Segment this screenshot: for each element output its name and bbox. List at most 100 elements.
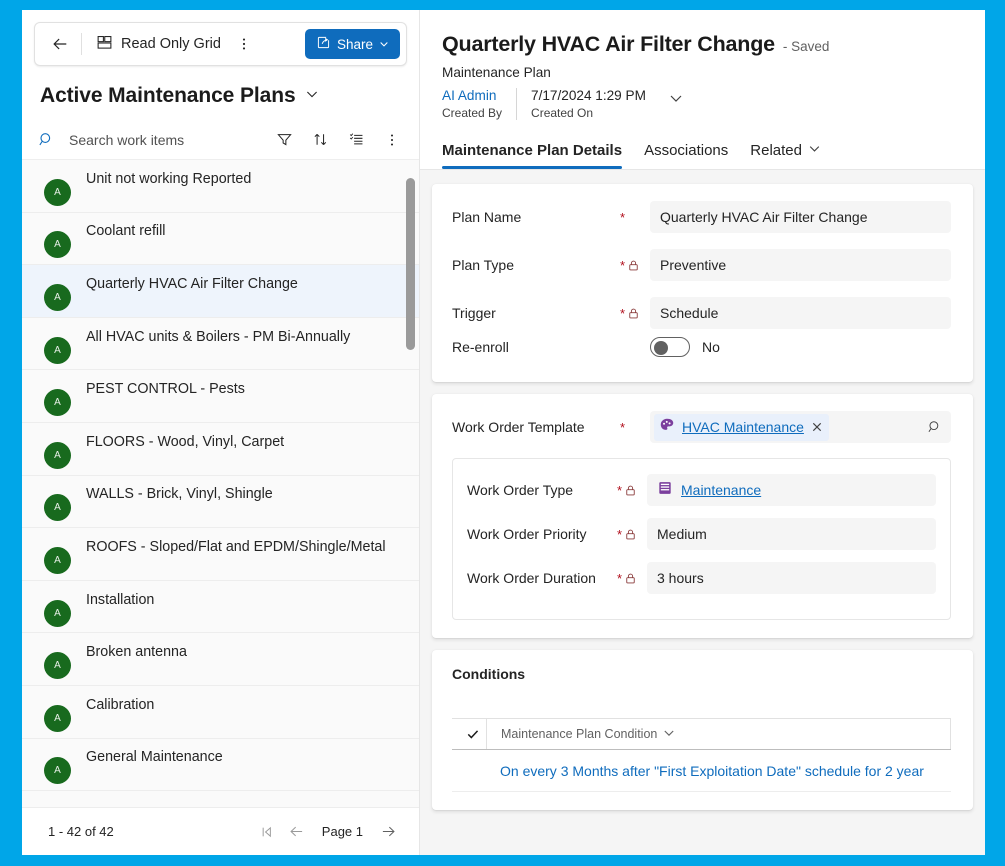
list-item[interactable]: A General Maintenance (22, 738, 419, 792)
list-item[interactable]: A Broken antenna (22, 633, 419, 686)
list-item-label: WALLS - Brick, Vinyl, Shingle (86, 486, 273, 503)
save-status-label: - Saved (782, 39, 830, 54)
created-by-field: AI Admin Created By (442, 88, 516, 120)
back-button[interactable] (45, 29, 75, 59)
field-label: Work Order Template (452, 419, 585, 435)
palette-icon (659, 417, 675, 438)
tab-label: Associations (644, 142, 729, 159)
record-metadata: AI Admin Created By 7/17/2024 1:29 PM Cr… (442, 88, 959, 120)
next-page-button[interactable] (373, 817, 403, 847)
list-item[interactable]: A FLOORS - Wood, Vinyl, Carpet (22, 422, 419, 476)
header-expand-chevron-icon[interactable] (660, 88, 692, 108)
field-value: Schedule (650, 297, 951, 329)
records-list[interactable]: A Unit not working Reported A Coolant refil… (22, 160, 419, 807)
field-markers: * (620, 259, 650, 272)
search-more-icon[interactable] (377, 125, 407, 155)
record-header: Quarterly HVAC Air Filter Change - Saved… (420, 10, 985, 120)
field-plan-type: Plan Type * Preventive (452, 248, 951, 282)
list-item[interactable]: A All HVAC units & Boilers - PM Bi-Annual… (22, 317, 419, 371)
page-number-label: Page 1 (321, 824, 363, 839)
field-markers: * (620, 421, 650, 434)
tab-label: Related (750, 142, 802, 159)
field-markers: * (617, 528, 647, 541)
required-indicator: * (620, 419, 626, 435)
edit-columns-icon[interactable] (341, 125, 371, 155)
lookup-search-icon[interactable] (927, 419, 943, 435)
created-by-value[interactable]: AI Admin (442, 88, 502, 103)
checkmark-icon[interactable] (460, 727, 486, 741)
field-value-link[interactable]: Maintenance (681, 482, 761, 498)
tab-associations[interactable]: Associations (644, 142, 728, 169)
field-markers: * (617, 572, 647, 585)
field-label: Re-enroll (452, 339, 509, 355)
search-input[interactable] (61, 131, 263, 148)
sort-icon[interactable] (305, 125, 335, 155)
field-markers: * (620, 307, 650, 320)
list-scrollbar[interactable] (406, 160, 415, 807)
close-icon[interactable] (811, 421, 823, 433)
page-title: Active Maintenance Plans (40, 84, 296, 107)
tab-label: Maintenance Plan Details (442, 142, 623, 159)
avatar: A (44, 652, 71, 680)
form-entity-icon (657, 480, 673, 501)
share-button[interactable]: Share (304, 29, 400, 59)
created-by-label: Created By (442, 106, 503, 120)
avatar: A (44, 336, 71, 364)
re-enroll-toggle[interactable] (650, 337, 690, 357)
conditions-column-label: Maintenance Plan Condition (501, 727, 658, 741)
required-indicator: * (617, 526, 623, 542)
created-on-value: 7/17/2024 1:29 PM (531, 88, 646, 103)
re-enroll-toggle-wrap: No (650, 337, 951, 357)
list-item[interactable]: A Quarterly HVAC Air Filter Change (22, 265, 419, 318)
entity-name-label: Maintenance Plan (442, 65, 551, 80)
field-label: Plan Type (452, 257, 515, 273)
required-indicator: * (620, 305, 626, 321)
list-scrollbar-thumb[interactable] (406, 178, 415, 350)
field-value: Preventive (650, 249, 951, 281)
table-row[interactable]: On every 3 Months after "First Exploitat… (452, 750, 951, 792)
field-label: Plan Name (452, 209, 522, 225)
avatar: A (44, 546, 71, 574)
lock-icon (624, 528, 637, 541)
created-on-label: Created On (531, 106, 594, 120)
search-icon (38, 131, 55, 148)
list-item[interactable]: A PEST CONTROL - Pests (22, 370, 419, 423)
records-list-panel: Read Only Grid Share Active Maintenance … (22, 10, 420, 855)
list-item-label: All HVAC units & Boilers - PM Bi-Annuall… (86, 328, 351, 345)
condition-link[interactable]: On every 3 Months after "First Exploitat… (500, 763, 924, 779)
list-item-label: Coolant refill (86, 223, 166, 240)
first-page-button[interactable] (252, 817, 282, 847)
view-title-dropdown[interactable]: Active Maintenance Plans (22, 66, 419, 120)
avatar: A (44, 494, 71, 522)
avatar: A (44, 599, 71, 627)
tab-maintenance-plan-details[interactable]: Maintenance Plan Details (442, 142, 623, 169)
list-item[interactable]: A Coolant refill (22, 212, 419, 266)
chevron-down-icon (808, 142, 821, 159)
work-order-template-card: Work Order Template * HVAC Maintenance W… (432, 394, 973, 638)
field-value[interactable]: Quarterly HVAC Air Filter Change (650, 201, 951, 233)
field-value-link-container[interactable]: Maintenance (647, 474, 936, 506)
field-work-order-priority: Work Order Priority * Medium (467, 517, 936, 551)
list-item[interactable]: A Unit not working Reported (22, 160, 419, 213)
list-item[interactable]: A ROOFS - Sloped/Flat and EPDM/Shingle/Me… (22, 528, 419, 581)
list-item-label: Unit not working Reported (86, 170, 252, 187)
list-item[interactable]: A WALLS - Brick, Vinyl, Shingle (22, 475, 419, 529)
previous-page-button[interactable] (282, 817, 312, 847)
command-bar-more-button[interactable] (229, 29, 259, 59)
re-enroll-state-label: No (702, 339, 720, 355)
command-bar: Read Only Grid Share (34, 22, 407, 66)
tab-related[interactable]: Related (750, 142, 821, 169)
field-value: 3 hours (647, 562, 936, 594)
view-switcher-button[interactable]: Read Only Grid (88, 30, 229, 59)
lookup-chip-label[interactable]: HVAC Maintenance (682, 419, 804, 435)
field-work-order-type: Work Order Type * Maintenance (467, 473, 936, 507)
work-order-template-lookup[interactable]: HVAC Maintenance (650, 411, 951, 443)
list-item[interactable]: A Installation (22, 580, 419, 634)
filter-icon[interactable] (269, 125, 299, 155)
conditions-column-header[interactable]: Maintenance Plan Condition (486, 719, 950, 749)
list-item[interactable]: A Calibration (22, 685, 419, 739)
avatar: A (44, 441, 71, 469)
field-work-order-duration: Work Order Duration * 3 hours (467, 561, 936, 595)
grid-column-divider (950, 719, 951, 749)
field-label: Work Order Type (467, 482, 574, 498)
